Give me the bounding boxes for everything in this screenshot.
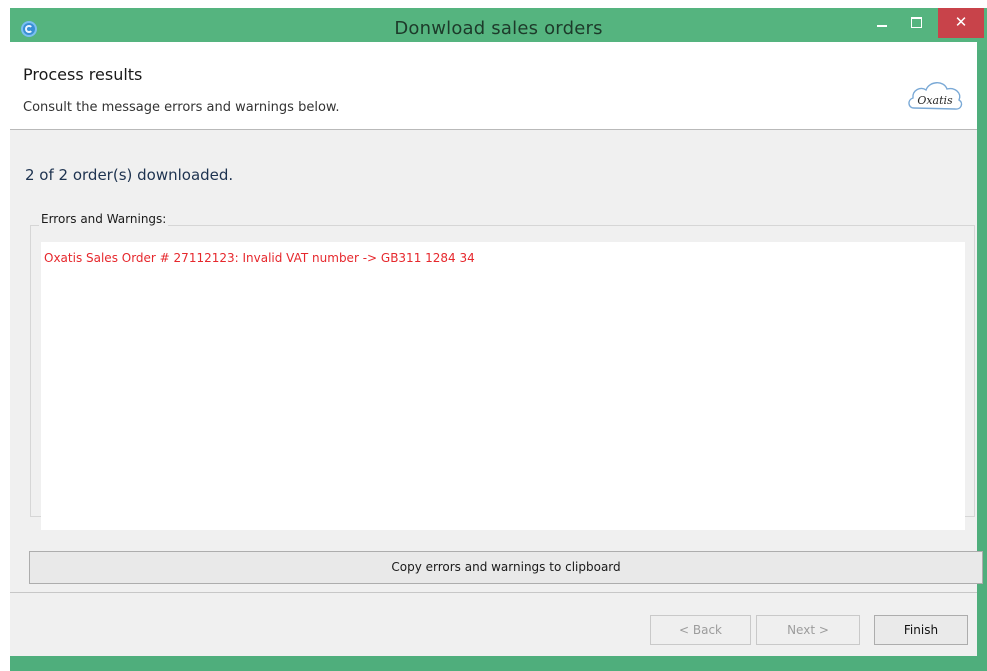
next-button[interactable]: Next > — [756, 615, 860, 645]
content-area: 2 of 2 order(s) downloaded. Errors and W… — [10, 130, 983, 596]
window-title: Donwload sales orders — [394, 18, 603, 39]
maximize-icon — [911, 17, 922, 28]
wizard-footer: < Back Next > Finish — [10, 592, 977, 656]
close-button[interactable]: ✕ — [938, 8, 984, 38]
error-message[interactable]: Oxatis Sales Order # 27112123: Invalid V… — [44, 251, 475, 265]
download-summary: 2 of 2 order(s) downloaded. — [25, 166, 234, 184]
minimize-button[interactable] — [866, 8, 898, 38]
page-title: Process results — [23, 65, 143, 84]
page-subtitle: Consult the message errors and warnings … — [23, 100, 340, 115]
errors-group-label: Errors and Warnings: — [39, 212, 169, 226]
messages-list[interactable]: Oxatis Sales Order # 27112123: Invalid V… — [41, 242, 965, 530]
maximize-button[interactable] — [900, 8, 932, 38]
logo-text: Oxatis — [917, 94, 953, 107]
wizard-header: Process results Consult the message erro… — [10, 42, 977, 130]
minimize-icon — [877, 25, 887, 27]
close-icon: ✕ — [954, 13, 968, 31]
copy-to-clipboard-button[interactable]: Copy errors and warnings to clipboard — [29, 551, 983, 584]
finish-button[interactable]: Finish — [874, 615, 968, 645]
oxatis-logo: Oxatis — [908, 82, 963, 110]
back-button[interactable]: < Back — [650, 615, 751, 645]
